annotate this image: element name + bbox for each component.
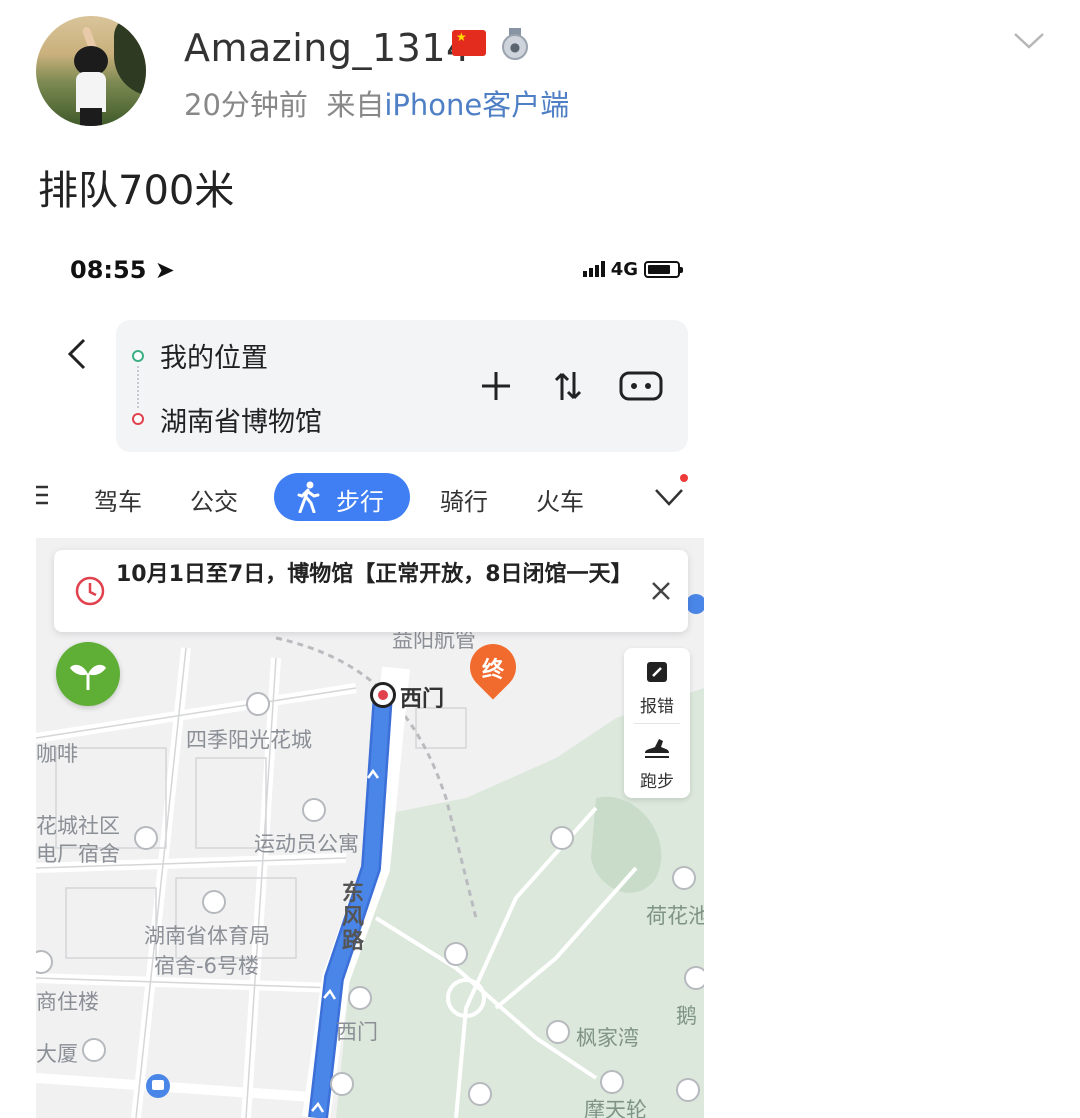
- more-modes-chevron-icon[interactable]: [652, 482, 686, 512]
- start-marker-label: 西门: [400, 687, 445, 712]
- start-dot-icon: [132, 350, 144, 362]
- menu-icon[interactable]: [36, 484, 50, 506]
- tab-train[interactable]: 火车: [536, 482, 584, 517]
- map-view[interactable]: 四季阳光花城 运动员公寓 花城社区 电厂宿舍 湖南省体育局 宿舍-6号楼 商住楼…: [36, 538, 704, 1118]
- back-icon[interactable]: [62, 334, 92, 374]
- running-shoe-icon: [645, 739, 669, 758]
- eco-leaf-button[interactable]: [56, 642, 120, 706]
- tab-bus[interactable]: 公交: [190, 482, 238, 517]
- map-place-label: 荷花池: [646, 904, 704, 928]
- walking-person-icon: [297, 481, 320, 513]
- end-dot-icon: [132, 413, 144, 425]
- avatar[interactable]: [36, 16, 146, 126]
- route-to-field[interactable]: 湖南省博物馆: [160, 400, 322, 439]
- route-connector: [137, 366, 139, 408]
- map-place-label: 枫家湾: [576, 1026, 639, 1050]
- route-preference-icon[interactable]: [618, 368, 664, 404]
- route-input-box: 我的位置 湖南省博物馆: [116, 320, 688, 452]
- notice-text: 10月1日至7日，博物馆【正常开放，8日闭馆一天】: [116, 562, 633, 587]
- destination-marker-label: 终: [481, 658, 504, 683]
- tab-walk[interactable]: 步行: [274, 473, 410, 521]
- report-error-button[interactable]: 报错: [624, 648, 690, 723]
- network-label: 4G: [610, 258, 638, 280]
- status-icons: 4G: [582, 258, 683, 280]
- swap-route-icon[interactable]: [550, 368, 586, 404]
- map-place-label: 西门: [336, 1020, 378, 1044]
- destination-marker[interactable]: 终: [460, 634, 526, 702]
- username[interactable]: Amazing_1314: [184, 26, 471, 70]
- close-icon[interactable]: [650, 580, 672, 602]
- report-error-label: 报错: [640, 697, 674, 717]
- status-time: 08:55 ➤: [70, 256, 175, 284]
- start-marker-icon[interactable]: [370, 682, 396, 708]
- map-side-tools: 报错 跑步: [624, 648, 690, 798]
- map-place-label: 湖南省体育局: [144, 924, 270, 948]
- post-text: 排队700米: [38, 168, 235, 214]
- post-time: 20分钟前: [184, 88, 308, 122]
- post-meta: 20分钟前 来自iPhone客户端: [184, 82, 569, 124]
- edit-icon: [647, 662, 667, 682]
- travel-mode-tabs: 驾车 公交 步行 骑行 火车: [36, 472, 704, 524]
- map-place-label: 咖啡: [36, 742, 78, 766]
- tab-ride[interactable]: 骑行: [440, 482, 488, 517]
- medal-disc: ●: [502, 34, 528, 60]
- tab-walk-label: 步行: [336, 488, 384, 516]
- leaf-icon: [70, 664, 106, 690]
- avatar-tree: [114, 16, 146, 96]
- medal-badge-icon[interactable]: ●: [500, 28, 530, 60]
- map-place-label: 宿舍-6号楼: [154, 954, 259, 978]
- map-place-label: 电厂宿舍: [36, 842, 120, 866]
- tab-drive[interactable]: 驾车: [94, 482, 142, 517]
- post-image[interactable]: 08:55 ➤ 4G 我的位置 湖南省博物馆 驾车 公交 步行 骑行 火车 四季…: [36, 236, 704, 1118]
- status-time-text: 08:55: [70, 256, 147, 284]
- map-place-label: 摩天轮: [584, 1098, 647, 1118]
- location-arrow-icon: ➤: [154, 256, 175, 284]
- notice-banner: 10月1日至7日，博物馆【正常开放，8日闭馆一天】: [54, 550, 688, 632]
- route-from-field[interactable]: 我的位置: [160, 336, 268, 375]
- signal-icon: [582, 261, 605, 277]
- map-place-label: 鹅: [676, 1004, 697, 1028]
- road-label: 东风路: [342, 881, 365, 954]
- map-place-label: 商住楼: [36, 990, 99, 1014]
- post-source[interactable]: iPhone客户端: [384, 88, 569, 122]
- run-label: 跑步: [640, 772, 674, 792]
- source-prefix: 来自: [326, 88, 385, 122]
- new-badge-dot: [680, 474, 688, 482]
- map-place-label: 四季阳光花城: [186, 728, 312, 752]
- map-place-label: 大厦: [36, 1042, 78, 1066]
- battery-icon: [644, 260, 683, 278]
- avatar-shirt: [76, 72, 106, 112]
- chevron-down-icon[interactable]: [1012, 24, 1046, 58]
- run-button[interactable]: 跑步: [624, 723, 690, 798]
- map-place-label: 花城社区: [36, 814, 120, 838]
- avatar-legs: [80, 108, 102, 126]
- china-flag-icon: [452, 30, 486, 56]
- clock-icon: [75, 576, 105, 606]
- add-waypoint-icon[interactable]: [478, 368, 514, 404]
- map-place-label: 运动员公寓: [254, 832, 359, 856]
